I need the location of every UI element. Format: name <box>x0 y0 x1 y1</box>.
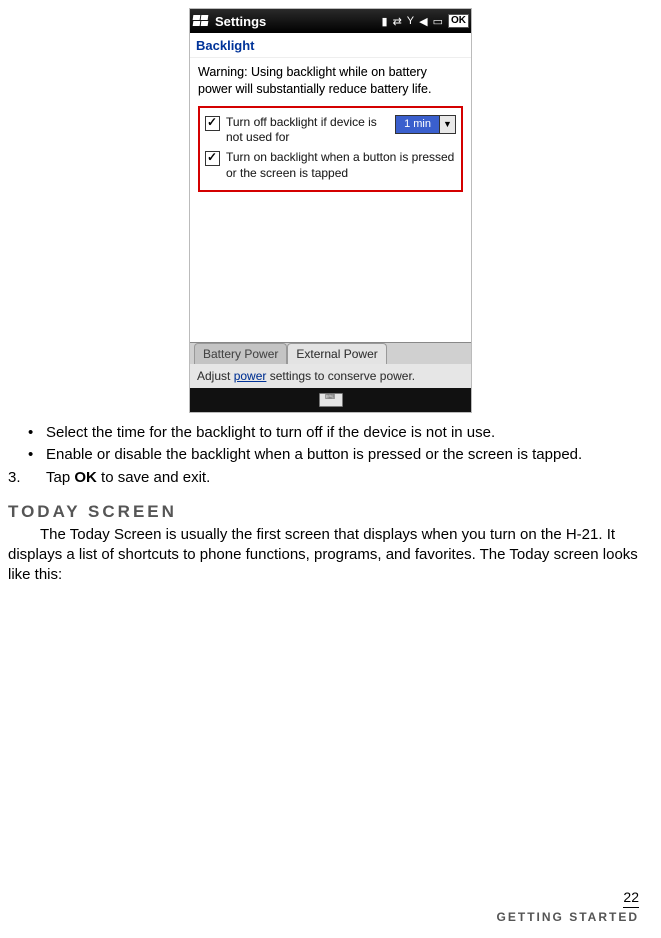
bottom-bar: ⌨ <box>190 388 471 412</box>
power-link[interactable]: power <box>234 369 267 383</box>
checkbox-turn-on[interactable] <box>205 151 220 166</box>
step-bold: OK <box>74 469 97 486</box>
title-bar: Settings ▮ ⇄ Y ◀ ▭ OK <box>190 9 471 33</box>
device-screenshot: Settings ▮ ⇄ Y ◀ ▭ OK Backlight Warning:… <box>189 8 472 413</box>
step-post: to save and exit. <box>97 469 210 486</box>
page-number: 22 <box>623 889 639 908</box>
highlight-box: Turn off backlight if device is not used… <box>198 106 463 192</box>
chevron-down-icon: ▼ <box>439 116 455 133</box>
checkbox-turn-off[interactable] <box>205 116 220 131</box>
adjust-pre: Adjust <box>197 369 234 383</box>
list-item: 3. Tap OK to save and exit. <box>8 468 653 488</box>
step-number: 3. <box>8 468 21 488</box>
blank-area <box>198 200 463 338</box>
window-title: Settings <box>215 14 266 29</box>
signal-icon: ▮ <box>382 15 388 28</box>
warning-text: Warning: Using backlight while on batter… <box>198 64 463 98</box>
connectivity-icon: ⇄ <box>393 15 402 28</box>
tab-external-power[interactable]: External Power <box>287 343 386 364</box>
battery-icon: ▭ <box>433 15 443 28</box>
bullet-list: Select the time for the backlight to tur… <box>8 423 653 466</box>
start-icon[interactable] <box>192 12 210 30</box>
list-item: Select the time for the backlight to tur… <box>28 423 653 443</box>
section-heading: Today Screen <box>8 502 653 522</box>
tab-bar: Battery Power External Power <box>190 342 471 364</box>
body-paragraph: The Today Screen is usually the first sc… <box>8 525 653 586</box>
section-title: Backlight <box>190 33 471 58</box>
option-label: Turn off backlight if device is not used… <box>226 115 389 146</box>
page-footer: 22 Getting Started <box>497 889 639 924</box>
timeout-dropdown[interactable]: 1 min ▼ <box>395 115 456 134</box>
option-row: Turn on backlight when a button is press… <box>205 150 456 181</box>
dropdown-value: 1 min <box>396 117 439 131</box>
speaker-icon: ◀ <box>419 15 427 28</box>
option-label: Turn on backlight when a button is press… <box>226 150 456 181</box>
tab-battery-power[interactable]: Battery Power <box>194 343 287 364</box>
numbered-list: 3. Tap OK to save and exit. <box>8 468 653 488</box>
list-item: Enable or disable the backlight when a b… <box>28 445 653 465</box>
ok-button[interactable]: OK <box>448 14 469 28</box>
adjust-hint: Adjust power settings to conserve power. <box>190 364 471 388</box>
chapter-title: Getting Started <box>497 910 639 924</box>
adjust-post: settings to conserve power. <box>266 369 415 383</box>
step-pre: Tap <box>46 469 74 486</box>
keyboard-icon[interactable]: ⌨ <box>319 393 343 407</box>
option-row: Turn off backlight if device is not used… <box>205 115 456 146</box>
antenna-icon: Y <box>407 15 414 27</box>
settings-body: Warning: Using backlight while on batter… <box>190 58 471 342</box>
